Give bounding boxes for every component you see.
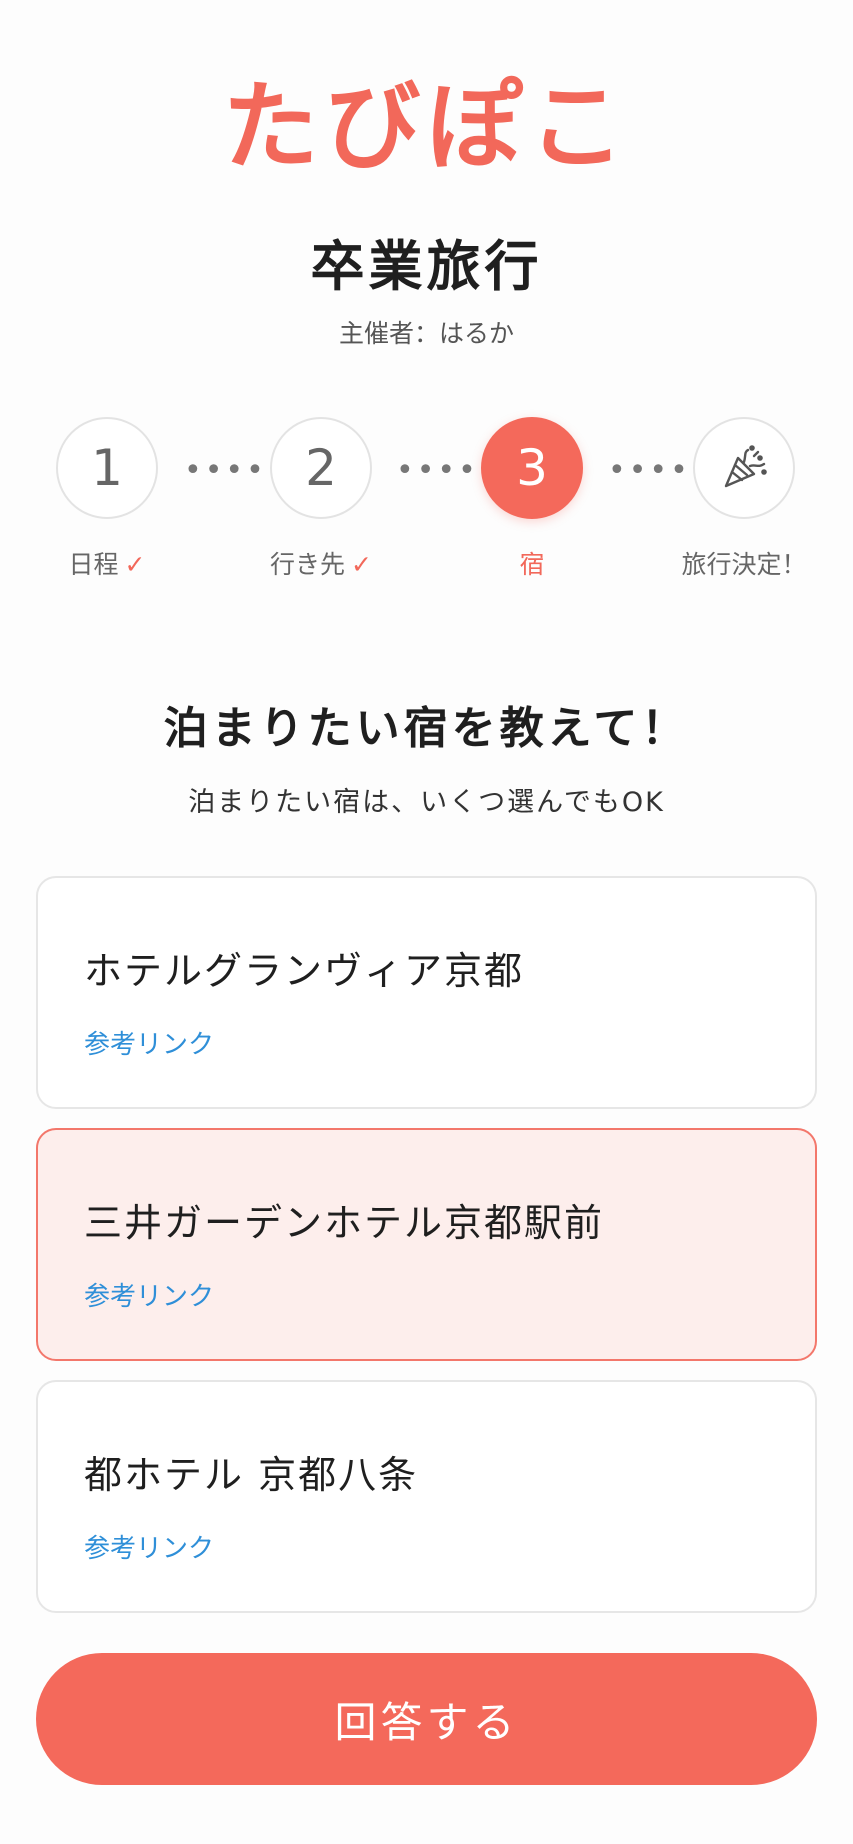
submit-answer-button[interactable]: 回答する [36, 1653, 817, 1785]
step-2-label: 行き先 ✓ [231, 545, 411, 581]
step-connector: •••• [608, 453, 691, 488]
organizer-label: 主催者：はるか [338, 319, 514, 348]
step-1-label-text: 日程 [68, 550, 119, 579]
question-subtitle: 泊まりたい宿は、いくつ選んでもOK [188, 787, 665, 818]
step-connector: •••• [184, 453, 267, 488]
hotel-option-card-selected[interactable]: 三井ガーデンホテル京都駅前 参考リンク [36, 1128, 817, 1361]
step-2-circle: 2 [270, 417, 372, 519]
step-connector: •••• [396, 453, 479, 488]
app-logo: たびぽこ [222, 71, 631, 183]
step-1-label: 日程 ✓ [17, 545, 197, 581]
hotel-name: ホテルグランヴィア京都 [84, 949, 525, 993]
hotel-list: ホテルグランヴィア京都 参考リンク 三井ガーデンホテル京都駅前 参考リンク 都ホ… [36, 876, 817, 1632]
reference-link[interactable]: 参考リンク [84, 1276, 214, 1313]
step-3-circle: 3 [481, 417, 583, 519]
page: たびぽこ 卒業旅行 主催者：はるか 1 日程 ✓ •••• 2 行き先 ✓ ••••… [0, 0, 853, 1844]
reference-link[interactable]: 参考リンク [84, 1024, 214, 1061]
step-4-circle [693, 417, 795, 519]
hotel-option-card[interactable]: ホテルグランヴィア京都 参考リンク [36, 876, 817, 1109]
question-title: 泊まりたい宿を教えて！ [163, 703, 690, 754]
progress-stepper: 1 日程 ✓ •••• 2 行き先 ✓ •••• 3 宿 •••• 旅行決定！ [0, 417, 853, 579]
hotel-name: 三井ガーデンホテル京都駅前 [84, 1201, 605, 1245]
step-2-label-text: 行き先 [270, 550, 346, 579]
step-3-label: 宿 [519, 550, 545, 579]
step-1-circle: 1 [56, 417, 158, 519]
check-icon: ✓ [351, 550, 372, 579]
trip-title: 卒業旅行 [310, 235, 543, 298]
hotel-option-card[interactable]: 都ホテル 京都八条 参考リンク [36, 1380, 817, 1613]
hotel-name: 都ホテル 京都八条 [84, 1453, 419, 1497]
party-popper-icon [724, 445, 767, 488]
check-icon: ✓ [124, 550, 146, 579]
reference-link[interactable]: 参考リンク [84, 1528, 214, 1565]
step-4-label: 旅行決定！ [681, 550, 807, 579]
